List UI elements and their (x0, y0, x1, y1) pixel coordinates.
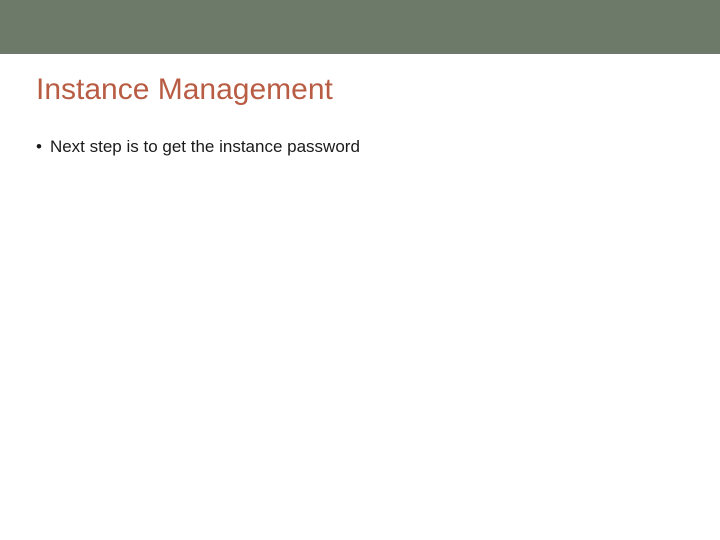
slide-content: Instance Management • Next step is to ge… (0, 54, 720, 158)
bullet-item: • Next step is to get the instance passw… (36, 136, 684, 158)
bullet-dot-icon: • (36, 136, 42, 158)
bullet-text: Next step is to get the instance passwor… (50, 136, 360, 158)
slide-title: Instance Management (36, 72, 684, 108)
header-bar (0, 0, 720, 54)
